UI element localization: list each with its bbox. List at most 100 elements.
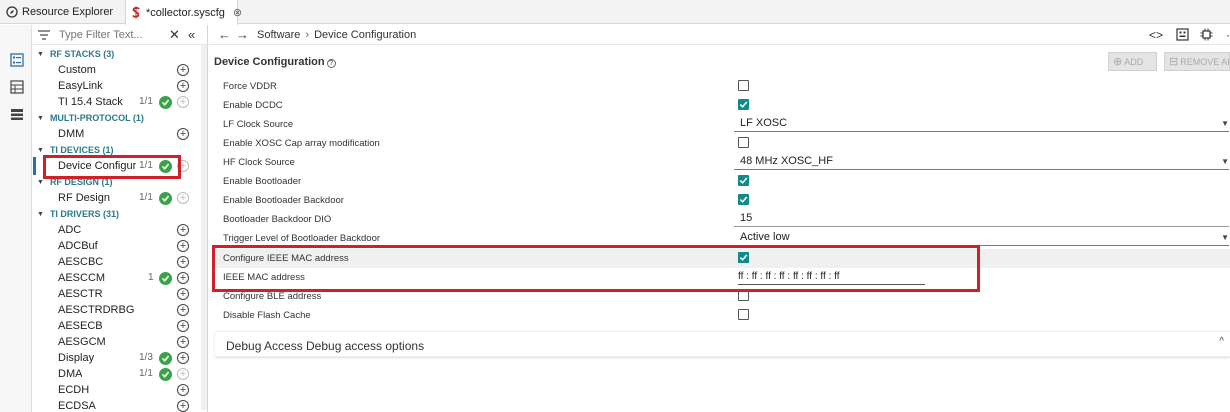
tree-item-display[interactable]: Display 1/3 +: [58, 351, 198, 367]
disable-flash-cache-checkbox[interactable]: [738, 309, 749, 320]
close-icon[interactable]: ⊗: [233, 6, 242, 19]
tree-item-aesgcm[interactable]: AESGCM +: [58, 335, 198, 351]
help-icon[interactable]: ?: [326, 59, 336, 68]
add-icon[interactable]: +: [177, 400, 189, 412]
trigger-level-select[interactable]: Active low ▼: [734, 231, 1229, 246]
code-view-icon[interactable]: <>: [1149, 28, 1163, 42]
remove-all-button[interactable]: ⊟ REMOVE AL: [1164, 52, 1230, 71]
tree-item-ti154-stack[interactable]: TI 15.4 Stack 1/1 +: [58, 95, 198, 111]
add-icon[interactable]: +: [177, 128, 189, 140]
lf-clock-source-select[interactable]: LF XOSC ▼: [734, 117, 1229, 132]
tree-item-adc[interactable]: ADC +: [58, 223, 198, 239]
debug-access-title: Debug Access: [226, 339, 303, 353]
add-icon[interactable]: +: [177, 256, 189, 268]
add-icon[interactable]: +: [177, 304, 189, 316]
add-icon[interactable]: +: [177, 288, 189, 300]
hf-clock-source-select[interactable]: 48 MHz XOSC_HF ▼: [734, 155, 1229, 170]
tree-item-ecdsa[interactable]: ECDSA +: [58, 399, 198, 412]
tree-item-aesecb[interactable]: AESECB +: [58, 319, 198, 335]
add-icon[interactable]: +: [177, 320, 189, 332]
category-ti-drivers[interactable]: ▼ TI DRIVERS (31): [37, 209, 119, 219]
field-label: Configure BLE address: [223, 291, 322, 302]
tree-item-aescbc[interactable]: AESCBC +: [58, 255, 198, 271]
enable-dcdc-checkbox[interactable]: [738, 99, 749, 110]
filter-input[interactable]: [59, 27, 164, 43]
chevron-down-icon: ▼: [1221, 157, 1229, 166]
category-multi-protocol[interactable]: ▼ MULTI-PROTOCOL (1): [37, 113, 144, 123]
tab-collector-syscfg[interactable]: *collector.syscfg ⊗: [125, 0, 242, 25]
forward-arrow-icon[interactable]: →: [236, 27, 249, 42]
tree-item-aesctrdrbg[interactable]: AESCTRDRBG +: [58, 303, 198, 319]
table-view-icon[interactable]: [10, 80, 24, 94]
back-arrow-icon[interactable]: ←: [218, 27, 231, 42]
field-label: Enable Bootloader: [223, 176, 302, 187]
tree-item-adcbuf[interactable]: ADCBuf +: [58, 239, 198, 255]
stack-view-icon[interactable]: [10, 107, 24, 121]
tab-label: Resource Explorer: [22, 6, 114, 18]
instance-count: 1/1: [139, 368, 153, 379]
field-label: LF Clock Source: [223, 119, 294, 130]
debug-access-description: Debug access options: [306, 339, 425, 353]
clear-filter-icon[interactable]: ✕: [169, 27, 180, 43]
tab-resource-explorer[interactable]: Resource Explorer: [5, 0, 117, 24]
tree-item-dmm[interactable]: DMM +: [58, 127, 198, 143]
more-options-icon[interactable]: ·: [1221, 28, 1230, 42]
chevron-down-icon: ▼: [37, 146, 44, 154]
tree-item-easylink[interactable]: EasyLink +: [58, 79, 198, 95]
item-name: DMA: [58, 368, 83, 380]
chevron-up-icon[interactable]: ^: [1219, 336, 1224, 347]
highlight-box-ieee-mac: [212, 245, 980, 292]
enable-bootloader-backdoor-checkbox[interactable]: [738, 194, 749, 205]
tree-item-aesccm[interactable]: AESCCM 1 +: [58, 271, 198, 287]
add-icon[interactable]: +: [177, 96, 189, 108]
add-icon[interactable]: +: [177, 272, 189, 284]
add-icon[interactable]: +: [177, 368, 189, 380]
item-name: ADC: [58, 224, 82, 236]
field-label: Bootloader Backdoor DIO: [223, 214, 332, 225]
activity-bar: [0, 25, 32, 412]
tree-scrollbar[interactable]: [201, 45, 207, 410]
field-label: Enable XOSC Cap array modification: [223, 138, 380, 149]
tree-item-dma[interactable]: DMA 1/1 +: [58, 367, 198, 383]
instance-count: 1/3: [139, 352, 153, 363]
add-icon[interactable]: +: [177, 384, 189, 396]
breadcrumb-software[interactable]: Software: [257, 29, 300, 41]
bootloader-backdoor-dio-input[interactable]: 15: [734, 212, 1229, 227]
instance-count: 1: [148, 272, 154, 283]
instance-count: 1/1: [139, 192, 153, 203]
force-vddr-checkbox[interactable]: [738, 80, 749, 91]
item-name: AESGCM: [58, 336, 106, 348]
tab-label: *collector.syscfg: [146, 6, 225, 19]
add-button-label: ADD: [1124, 56, 1144, 67]
check-circle-icon: [159, 96, 172, 109]
chip-view-icon[interactable]: [1199, 28, 1213, 42]
tree-item-ecdh[interactable]: ECDH +: [58, 383, 198, 399]
tree-item-rf-design[interactable]: RF Design 1/1 +: [58, 191, 198, 207]
tree-item-aesctr[interactable]: AESCTR +: [58, 287, 198, 303]
field-enable-bootloader: Enable Bootloader: [215, 172, 1230, 191]
add-icon[interactable]: +: [177, 192, 189, 204]
add-icon[interactable]: +: [177, 64, 189, 76]
selection-indicator: [33, 157, 36, 175]
add-icon[interactable]: +: [177, 240, 189, 252]
highlight-box-device-config: [43, 155, 181, 179]
module-tree-panel: ✕ « ▼ RF STACKS (3) Custom + EasyLink + …: [33, 25, 208, 412]
collapse-panel-icon[interactable]: «: [188, 27, 195, 42]
category-rf-stacks[interactable]: ▼ RF STACKS (3): [37, 49, 114, 59]
item-name: DMM: [58, 128, 85, 140]
add-icon[interactable]: +: [177, 80, 189, 92]
add-icon[interactable]: +: [177, 352, 189, 364]
board-view-icon[interactable]: [1175, 28, 1189, 42]
debug-access-group[interactable]: Debug Access Debug access options ^: [215, 331, 1230, 357]
add-icon[interactable]: +: [177, 224, 189, 236]
enable-xosc-cap-checkbox[interactable]: [738, 137, 749, 148]
category-ti-devices[interactable]: ▼ TI DEVICES (1): [37, 145, 113, 155]
editor-tab-bar: Resource Explorer *collector.syscfg ⊗: [0, 0, 1230, 25]
configuration-view-icon[interactable]: [10, 53, 24, 67]
breadcrumb-device-configuration[interactable]: Device Configuration: [314, 29, 416, 41]
add-icon[interactable]: +: [177, 336, 189, 348]
compass-icon: [5, 6, 18, 19]
add-button[interactable]: ⊕ ADD: [1108, 52, 1157, 71]
enable-bootloader-checkbox[interactable]: [738, 175, 749, 186]
tree-item-custom[interactable]: Custom +: [58, 63, 198, 79]
